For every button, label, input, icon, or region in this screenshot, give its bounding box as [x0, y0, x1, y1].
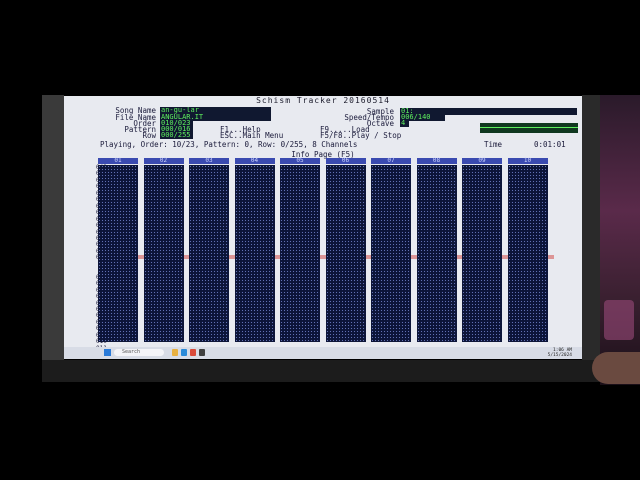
monitor-bezel-right: [582, 95, 600, 360]
taskbar-clock: 1:06 AM 5/15/2024: [548, 348, 572, 358]
taskbar-search[interactable]: Search: [114, 349, 164, 356]
hand: [592, 352, 640, 384]
channel-empty-cells: [371, 165, 411, 342]
background-wall: [600, 95, 640, 385]
app-title: Schism Tracker 20160514: [256, 96, 390, 105]
edge-icon[interactable]: [181, 349, 187, 356]
taskbar: Search 1:06 AM 5/15/2024: [64, 347, 582, 359]
monitor-bezel-bottom: [42, 360, 602, 382]
time-label: Time: [484, 140, 503, 149]
octave-field[interactable]: 4: [400, 120, 409, 127]
playback-status: Playing, Order: 10/23, Pattern: 0, Row: …: [100, 140, 358, 149]
channel-empty-cells: [234, 165, 275, 342]
help-f5: F5/F8..Play / Stop: [320, 131, 402, 140]
background-light: [604, 300, 634, 340]
channel-header[interactable]: 10: [507, 158, 548, 164]
channel-empty-cells: [325, 165, 366, 342]
terminal-icon[interactable]: [199, 349, 205, 356]
channel-header[interactable]: 05: [280, 158, 320, 164]
help-esc: ESC..Main Menu: [220, 131, 284, 140]
channel-header[interactable]: 02: [143, 158, 184, 164]
channel-header[interactable]: 07: [371, 158, 411, 164]
time-value: 0:01:01: [534, 140, 566, 149]
channel-empty-cells: [280, 165, 320, 342]
song-name-field[interactable]: an-gu-lar: [160, 107, 271, 114]
channel-header[interactable]: 06: [325, 158, 366, 164]
pattern-grid[interactable]: 01 02 03 04 05 06 07 08 09 10: [98, 158, 554, 342]
windows-start-icon[interactable]: [104, 349, 111, 356]
row-field[interactable]: 000/255: [160, 132, 193, 139]
channel-empty-cells: [189, 165, 229, 342]
channel-empty-cells: [416, 165, 457, 342]
channel-header[interactable]: 08: [416, 158, 457, 164]
channel-header[interactable]: 01: [98, 158, 138, 164]
channel-header[interactable]: 04: [234, 158, 275, 164]
monitor-bezel-left: [42, 95, 64, 360]
channel-empty-cells: [462, 165, 502, 342]
oscilloscope-display: [480, 123, 578, 133]
channel-empty-cells: [507, 165, 548, 342]
app-icon[interactable]: [190, 349, 196, 356]
channel-header[interactable]: 03: [189, 158, 229, 164]
channel-empty-cells: [143, 165, 184, 342]
clock-date: 5/15/2024: [547, 353, 572, 358]
file-explorer-icon[interactable]: [172, 349, 178, 356]
channel-empty-cells: [98, 165, 138, 342]
channel-header[interactable]: 09: [462, 158, 502, 164]
row-label: Row: [142, 131, 156, 140]
monitor-screen: Schism Tracker 20160514 Song Name an-gu-…: [64, 96, 582, 359]
